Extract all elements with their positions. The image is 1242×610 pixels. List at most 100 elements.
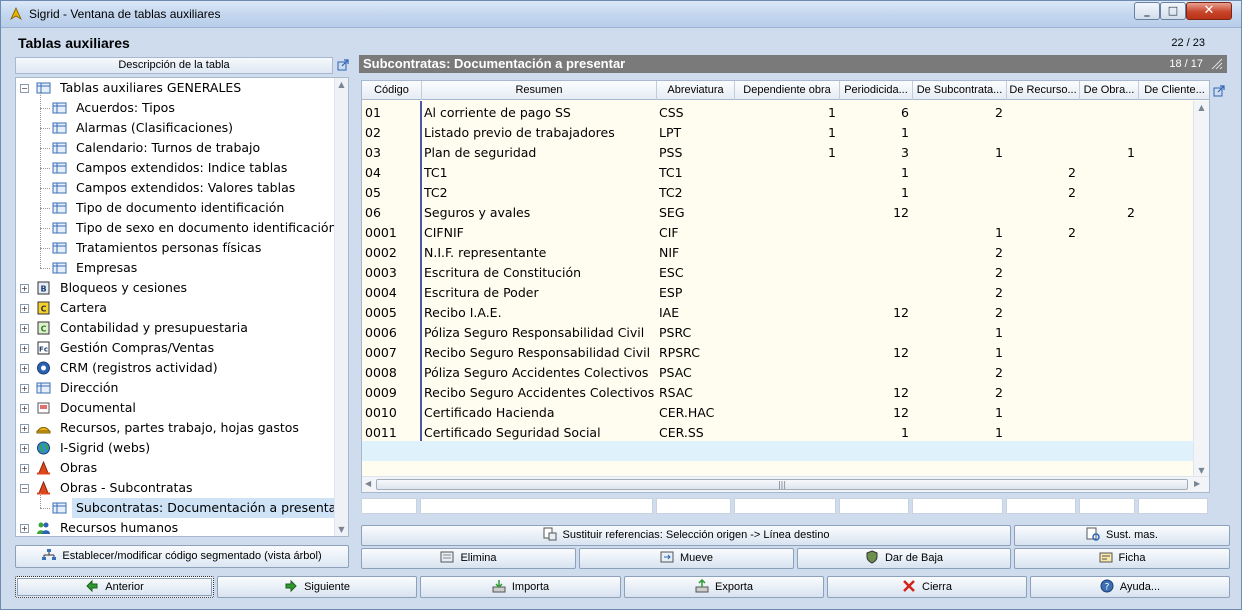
- collapse-icon[interactable]: −: [20, 84, 29, 93]
- column-header[interactable]: Código: [362, 81, 422, 100]
- import-button[interactable]: Importa: [420, 576, 621, 598]
- footer-cell[interactable]: [420, 498, 653, 514]
- footer-cell[interactable]: [912, 498, 1003, 514]
- footer-cell[interactable]: [1006, 498, 1076, 514]
- table-row[interactable]: 0010 Certificado Hacienda CER.HAC 12 1: [362, 403, 1209, 423]
- next-button[interactable]: Siguiente: [217, 576, 417, 598]
- tree-item[interactable]: Campos extendidos: Indice tablas: [16, 158, 334, 178]
- column-header[interactable]: Periodicida...: [840, 81, 913, 100]
- expand-icon[interactable]: +: [20, 524, 29, 533]
- grid-vertical-scrollbar[interactable]: ▲ ▼: [1193, 101, 1209, 477]
- tree-item[interactable]: Tipo de documento identificación: [16, 198, 334, 218]
- expand-icon[interactable]: +: [20, 444, 29, 453]
- grid-popout-icon[interactable]: [1213, 85, 1225, 97]
- tree-item[interactable]: + Documental: [16, 398, 334, 418]
- close-window-button[interactable]: ✕: [1186, 2, 1232, 20]
- table-row[interactable]: 05 TC2 TC2 1 2: [362, 183, 1209, 203]
- grid-scroll-up-icon[interactable]: ▲: [1194, 103, 1209, 112]
- tree-item[interactable]: Calendario: Turnos de trabajo: [16, 138, 334, 158]
- deactivate-button[interactable]: Dar de Baja: [797, 548, 1011, 569]
- tree-item[interactable]: + CRM (registros actividad): [16, 358, 334, 378]
- tree-item[interactable]: + C Contabilidad y presupuestaria: [16, 318, 334, 338]
- expand-icon[interactable]: +: [20, 344, 29, 353]
- footer-cell[interactable]: [361, 498, 417, 514]
- help-button[interactable]: ? Ayuda...: [1030, 576, 1230, 598]
- column-header[interactable]: De Cliente...: [1139, 81, 1209, 100]
- close-button[interactable]: Cierra: [827, 576, 1027, 598]
- tree-item[interactable]: − Tablas auxiliares GENERALES: [16, 78, 334, 98]
- table-row[interactable]: 06 Seguros y avales SEG 12 2: [362, 203, 1209, 223]
- expand-icon[interactable]: +: [20, 424, 29, 433]
- footer-cell[interactable]: [656, 498, 731, 514]
- expand-icon[interactable]: +: [20, 324, 29, 333]
- footer-cell[interactable]: [1079, 498, 1135, 514]
- tree-item[interactable]: Campos extendidos: Valores tablas: [16, 178, 334, 198]
- footer-cell[interactable]: [1138, 498, 1208, 514]
- tree-item[interactable]: Tratamientos personas físicas: [16, 238, 334, 258]
- substitute-references-button[interactable]: Sustituir referencias: Selección origen …: [361, 525, 1011, 546]
- previous-button[interactable]: Anterior: [15, 576, 214, 598]
- column-header[interactable]: Abreviatura: [657, 81, 735, 100]
- tree-item[interactable]: + Fc Gestión Compras/Ventas: [16, 338, 334, 358]
- table-row[interactable]: 01Al corriente de pago SSCSS1621: [362, 103, 1209, 123]
- table-row[interactable]: 0003 Escritura de Constitución ESC 2: [362, 263, 1209, 283]
- table-row[interactable]: 0004 Escritura de Poder ESP 2: [362, 283, 1209, 303]
- column-header[interactable]: Dependiente obra: [735, 81, 840, 100]
- table-row[interactable]: 0008 Póliza Seguro Accidentes Colectivos P…: [362, 363, 1209, 383]
- expand-icon[interactable]: +: [20, 384, 29, 393]
- table-row[interactable]: 0002 N.I.F. representante NIF 2: [362, 243, 1209, 263]
- grid-scroll-right-icon[interactable]: ▶: [1194, 479, 1200, 488]
- popout-icon[interactable]: [337, 59, 349, 71]
- data-grid[interactable]: Código Resumen Abreviatura Dependiente obra…: [361, 80, 1210, 493]
- collapse-icon[interactable]: −: [20, 484, 29, 493]
- resize-grip-icon[interactable]: [1211, 58, 1223, 70]
- delete-button[interactable]: Elimina: [361, 548, 576, 569]
- maximize-button[interactable]: □: [1160, 2, 1186, 20]
- tree-item[interactable]: + Obras: [16, 458, 334, 478]
- tree-item[interactable]: + B Bloqueos y cesiones: [16, 278, 334, 298]
- tree-item[interactable]: + I-Sigrid (webs): [16, 438, 334, 458]
- segmented-code-button[interactable]: Establecer/modificar código segmentado (…: [15, 545, 349, 568]
- scroll-up-icon[interactable]: ▲: [335, 80, 348, 89]
- export-button[interactable]: Exporta: [624, 576, 824, 598]
- grid-scroll-down-icon[interactable]: ▼: [1194, 466, 1209, 475]
- tree-item[interactable]: + C Cartera: [16, 298, 334, 318]
- footer-cell[interactable]: [734, 498, 836, 514]
- tree-item[interactable]: + Dirección: [16, 378, 334, 398]
- table-row[interactable]: 0009 Recibo Seguro Accidentes Colectivos R…: [362, 383, 1209, 403]
- grid-horizontal-scrollbar[interactable]: ◀ ||| ▶: [362, 476, 1209, 492]
- expand-icon[interactable]: +: [20, 284, 29, 293]
- tree-item[interactable]: + Recursos humanos: [16, 518, 334, 536]
- table-row[interactable]: 03 Plan de seguridad PSS 1 3 1 1: [362, 143, 1209, 163]
- tree-item[interactable]: − Obras - Subcontratas: [16, 478, 334, 498]
- table-row[interactable]: 02 Listado previo de trabajadores LPT 1 1: [362, 123, 1209, 143]
- tree-header[interactable]: Descripción de la tabla: [15, 57, 333, 74]
- sust-mas-button[interactable]: Sust. mas.: [1014, 525, 1230, 546]
- footer-cell[interactable]: [839, 498, 909, 514]
- record-card-button[interactable]: Ficha: [1014, 548, 1230, 569]
- minimize-button[interactable]: _: [1134, 2, 1160, 20]
- table-row[interactable]: 0001 CIFNIF CIF 1 2: [362, 223, 1209, 243]
- column-header[interactable]: De Recurso...: [1007, 81, 1080, 100]
- column-header[interactable]: Resumen: [422, 81, 657, 100]
- table-row[interactable]: 0007 Recibo Seguro Responsabilidad Civil R…: [362, 343, 1209, 363]
- expand-icon[interactable]: +: [20, 304, 29, 313]
- new-row[interactable]: [362, 441, 1209, 461]
- table-tree[interactable]: − Tablas auxiliares GENERALES Acuerdos: Ti…: [15, 77, 349, 537]
- tree-item[interactable]: Subcontratas: Documentación a presentar: [16, 498, 346, 518]
- tree-item[interactable]: Alarmas (Clasificaciones): [16, 118, 334, 138]
- grid-scroll-thumb[interactable]: |||: [376, 479, 1188, 490]
- expand-icon[interactable]: +: [20, 464, 29, 473]
- move-button[interactable]: Mueve: [579, 548, 794, 569]
- tree-item[interactable]: + Recursos, partes trabajo, hojas gastos: [16, 418, 334, 438]
- tree-item[interactable]: Empresas: [16, 258, 334, 278]
- scroll-down-icon[interactable]: ▼: [335, 525, 348, 534]
- tree-scrollbar[interactable]: ▲ ▼: [334, 78, 348, 536]
- table-row[interactable]: 0005 Recibo I.A.E. IAE 12 2: [362, 303, 1209, 323]
- tree-item[interactable]: Acuerdos: Tipos: [16, 98, 334, 118]
- table-row[interactable]: 04 TC1 TC1 1 2: [362, 163, 1209, 183]
- column-header[interactable]: De Subcontrata...: [913, 81, 1007, 100]
- expand-icon[interactable]: +: [20, 364, 29, 373]
- column-header[interactable]: De Obra...: [1080, 81, 1139, 100]
- table-row[interactable]: 0011 Certificado Seguridad Social CER.SS 1 1: [362, 423, 1209, 443]
